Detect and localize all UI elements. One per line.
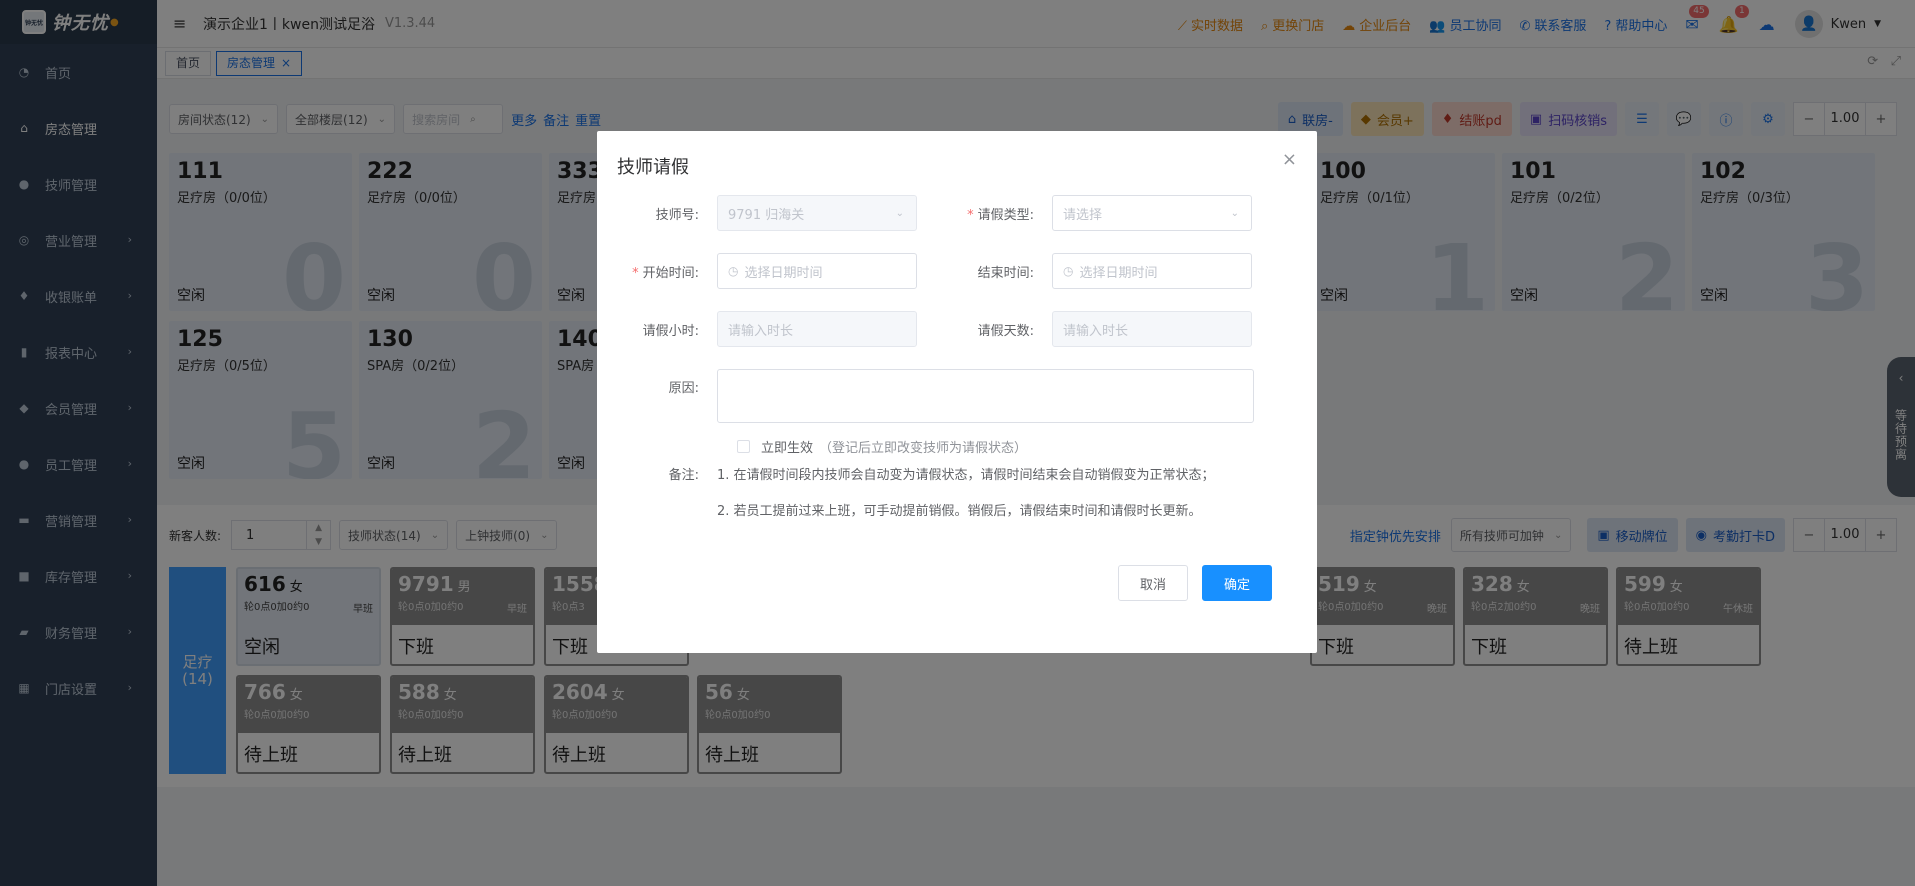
- hours-input: 请输入时长: [717, 311, 917, 347]
- cancel-button[interactable]: 取消: [1118, 565, 1188, 601]
- leave-type-row: * 请假类型: 请选择 ⌄: [932, 195, 1252, 231]
- tech-select: 9791 归海关 ⌄: [717, 195, 917, 231]
- end-time-input[interactable]: ◷ 选择日期时间: [1052, 253, 1252, 289]
- note-row: 备注: 1. 在请假时间段内技师会自动变为请假状态，请假时间结束会自动销假变为正…: [597, 458, 1215, 530]
- end-row: 结束时间: ◷ 选择日期时间: [932, 253, 1252, 289]
- note-label: 备注:: [668, 468, 699, 483]
- tech-label: 技师号:: [655, 207, 699, 223]
- reason-label: 原因:: [668, 381, 699, 396]
- immediate-checkbox[interactable]: [737, 440, 750, 453]
- days-placeholder: 请输入时长: [1063, 323, 1129, 339]
- close-icon[interactable]: ×: [1282, 149, 1297, 170]
- leave-type-label-text: 请假类型:: [977, 207, 1034, 223]
- leave-dialog: 技师请假 × 技师号: 9791 归海关 ⌄ * 请假类型: 请选择 ⌄ * 开始时间:…: [597, 131, 1317, 653]
- reason-row: 原因:: [597, 369, 1254, 423]
- start-placeholder: 选择日期时间: [744, 265, 823, 281]
- start-label-text: 开始时间:: [642, 265, 699, 281]
- days-input: 请输入时长: [1052, 311, 1252, 347]
- reason-textarea[interactable]: [717, 369, 1254, 423]
- clock-icon: ◷: [728, 264, 739, 278]
- immediate-label[interactable]: 立即生效: [761, 437, 813, 456]
- hours-row: 请假小时: 请输入时长: [597, 311, 917, 347]
- immediate-hint: （登记后立即改变技师为请假状态）: [819, 441, 1028, 456]
- days-row: 请假天数: 请输入时长: [932, 311, 1252, 347]
- note-line-1: 1. 在请假时间段内技师会自动变为请假状态，请假时间结束会自动销假变为正常状态；: [717, 468, 1215, 483]
- days-label: 请假天数:: [977, 323, 1034, 339]
- dialog-title: 技师请假: [617, 157, 689, 178]
- tech-value: 9791 归海关: [728, 207, 805, 223]
- immediate-row: 立即生效 （登记后立即改变技师为请假状态）: [737, 437, 1027, 456]
- leave-type-select[interactable]: 请选择 ⌄: [1052, 195, 1252, 231]
- hours-label: 请假小时:: [642, 323, 699, 339]
- note-line-2: 2. 若员工提前过来上班，可手动提前销假。销假后，请假结束时间和请假时长更新。: [717, 504, 1202, 519]
- tech-row: 技师号: 9791 归海关 ⌄: [597, 195, 917, 231]
- leave-type-label: * 请假类型:: [967, 207, 1034, 223]
- chevron-down-icon: ⌄: [895, 207, 904, 219]
- chevron-down-icon: ⌄: [1230, 207, 1239, 219]
- start-time-input[interactable]: ◷ 选择日期时间: [717, 253, 917, 289]
- leave-type-placeholder: 请选择: [1063, 207, 1103, 223]
- hours-placeholder: 请输入时长: [728, 323, 794, 339]
- end-label: 结束时间:: [977, 265, 1034, 281]
- start-row: * 开始时间: ◷ 选择日期时间: [597, 253, 917, 289]
- confirm-button[interactable]: 确定: [1202, 565, 1272, 601]
- clock-icon: ◷: [1063, 264, 1074, 278]
- start-label: * 开始时间:: [632, 265, 699, 281]
- end-placeholder: 选择日期时间: [1079, 265, 1158, 281]
- note-content: 1. 在请假时间段内技师会自动变为请假状态，请假时间结束会自动销假变为正常状态；…: [717, 458, 1215, 530]
